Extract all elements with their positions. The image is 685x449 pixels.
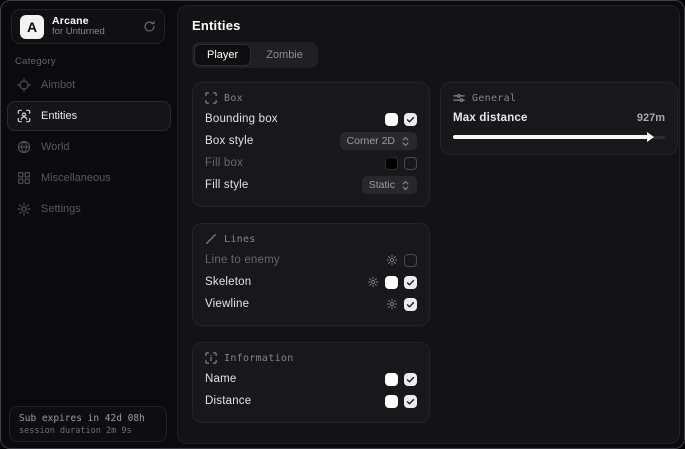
skeleton-checkbox[interactable]	[404, 276, 417, 289]
card-title: General	[472, 93, 516, 104]
color-swatch[interactable]	[385, 276, 398, 289]
sidebar-item-label: Entities	[41, 110, 77, 122]
row-settings-gear-icon[interactable]	[386, 298, 398, 310]
sidebar-item-entities[interactable]: Entities	[7, 101, 171, 131]
dropdown-value: Corner 2D	[347, 135, 395, 147]
sidebar-item-settings[interactable]: Settings	[7, 194, 171, 224]
app-logo-avatar: A	[20, 15, 44, 39]
chevrons-up-down-icon	[401, 180, 410, 191]
logo-card: A Arcane for Unturned	[11, 9, 165, 44]
fill-style-row: Fill style Static	[205, 174, 417, 196]
crosshair-icon	[17, 78, 31, 92]
subscription-status-box: Sub expires in 42d 08h session duration …	[9, 406, 167, 442]
row-label: Box style	[205, 135, 340, 147]
fill-style-dropdown[interactable]: Static	[362, 176, 417, 194]
bounding-box-row: Bounding box	[205, 108, 417, 130]
line-to-enemy-row: Line to enemy	[205, 249, 417, 271]
row-label: Fill style	[205, 179, 362, 191]
info-brackets-icon	[205, 352, 217, 364]
globe-icon	[17, 140, 31, 154]
page-title: Entities	[192, 18, 665, 33]
entity-tabs: Player Zombie	[192, 42, 318, 68]
row-settings-gear-icon[interactable]	[386, 254, 398, 266]
box-style-row: Box style Corner 2D	[205, 130, 417, 152]
refresh-icon[interactable]	[143, 20, 156, 33]
logo-text: Arcane for Unturned	[52, 15, 135, 38]
max-distance-slider[interactable]	[453, 130, 665, 144]
scan-person-icon	[17, 109, 31, 123]
viewline-row: Viewline	[205, 293, 417, 315]
lines-card: Lines Line to enemy	[192, 223, 430, 326]
card-title: Lines	[224, 234, 256, 245]
sidebar-item-world[interactable]: World	[7, 132, 171, 162]
line-to-enemy-checkbox[interactable]	[404, 254, 417, 267]
sidebar-nav: Aimbot Entities	[7, 70, 171, 225]
card-title: Information	[224, 353, 294, 364]
sidebar: A Arcane for Unturned Category	[1, 1, 177, 448]
viewline-checkbox[interactable]	[404, 298, 417, 311]
sidebar-item-aimbot[interactable]: Aimbot	[7, 70, 171, 100]
gear-icon	[17, 202, 31, 216]
row-label: Line to enemy	[205, 254, 386, 266]
session-duration-text: session duration 2m 9s	[19, 426, 157, 436]
row-label: Skeleton	[205, 276, 367, 288]
sidebar-item-label: Aimbot	[41, 79, 75, 91]
skeleton-row: Skeleton	[205, 271, 417, 293]
box-card: Box Bounding box Box style	[192, 82, 430, 207]
row-label: Viewline	[205, 298, 386, 310]
bounding-box-checkbox[interactable]	[404, 113, 417, 126]
sliders-icon	[453, 92, 465, 104]
max-distance-value: 927m	[637, 112, 665, 124]
general-card: General Max distance 927m	[440, 82, 678, 155]
sidebar-item-label: World	[41, 141, 70, 153]
row-label: Bounding box	[205, 113, 385, 125]
name-checkbox[interactable]	[404, 373, 417, 386]
row-label: Name	[205, 373, 385, 385]
sidebar-item-miscellaneous[interactable]: Miscellaneous	[7, 163, 171, 193]
sidebar-item-label: Miscellaneous	[41, 172, 111, 184]
max-distance-label: Max distance	[453, 112, 637, 124]
sub-expires-text: Sub expires in 42d 08h	[19, 413, 157, 424]
row-label: Distance	[205, 395, 385, 407]
grid-icon	[17, 171, 31, 185]
category-label: Category	[15, 56, 56, 67]
tab-player[interactable]: Player	[194, 44, 251, 66]
color-swatch[interactable]	[385, 373, 398, 386]
color-swatch[interactable]	[385, 157, 398, 170]
fill-box-row: Fill box	[205, 152, 417, 174]
name-row: Name	[205, 368, 417, 390]
card-title: Box	[224, 93, 243, 104]
chevrons-up-down-icon	[401, 136, 410, 147]
row-settings-gear-icon[interactable]	[367, 276, 379, 288]
box-brackets-icon	[205, 92, 217, 104]
max-distance-fill	[453, 135, 648, 139]
row-label: Fill box	[205, 157, 385, 169]
tab-zombie[interactable]: Zombie	[253, 44, 316, 66]
distance-row: Distance	[205, 390, 417, 412]
slider-thumb[interactable]	[647, 132, 654, 142]
dropdown-value: Static	[369, 179, 395, 191]
main-panel: Entities Player Zombie Box	[177, 5, 680, 444]
distance-checkbox[interactable]	[404, 395, 417, 408]
arcane-window: A Arcane for Unturned Category	[0, 0, 685, 449]
app-subtitle: for Unturned	[52, 27, 135, 38]
max-distance-row: Max distance 927m	[453, 108, 665, 128]
box-style-dropdown[interactable]: Corner 2D	[340, 132, 417, 150]
fill-box-checkbox[interactable]	[404, 157, 417, 170]
color-swatch[interactable]	[385, 113, 398, 126]
sidebar-item-label: Settings	[41, 203, 81, 215]
color-swatch[interactable]	[385, 395, 398, 408]
information-card: Information Name Distance	[192, 342, 430, 423]
diagonal-line-icon	[205, 233, 217, 245]
